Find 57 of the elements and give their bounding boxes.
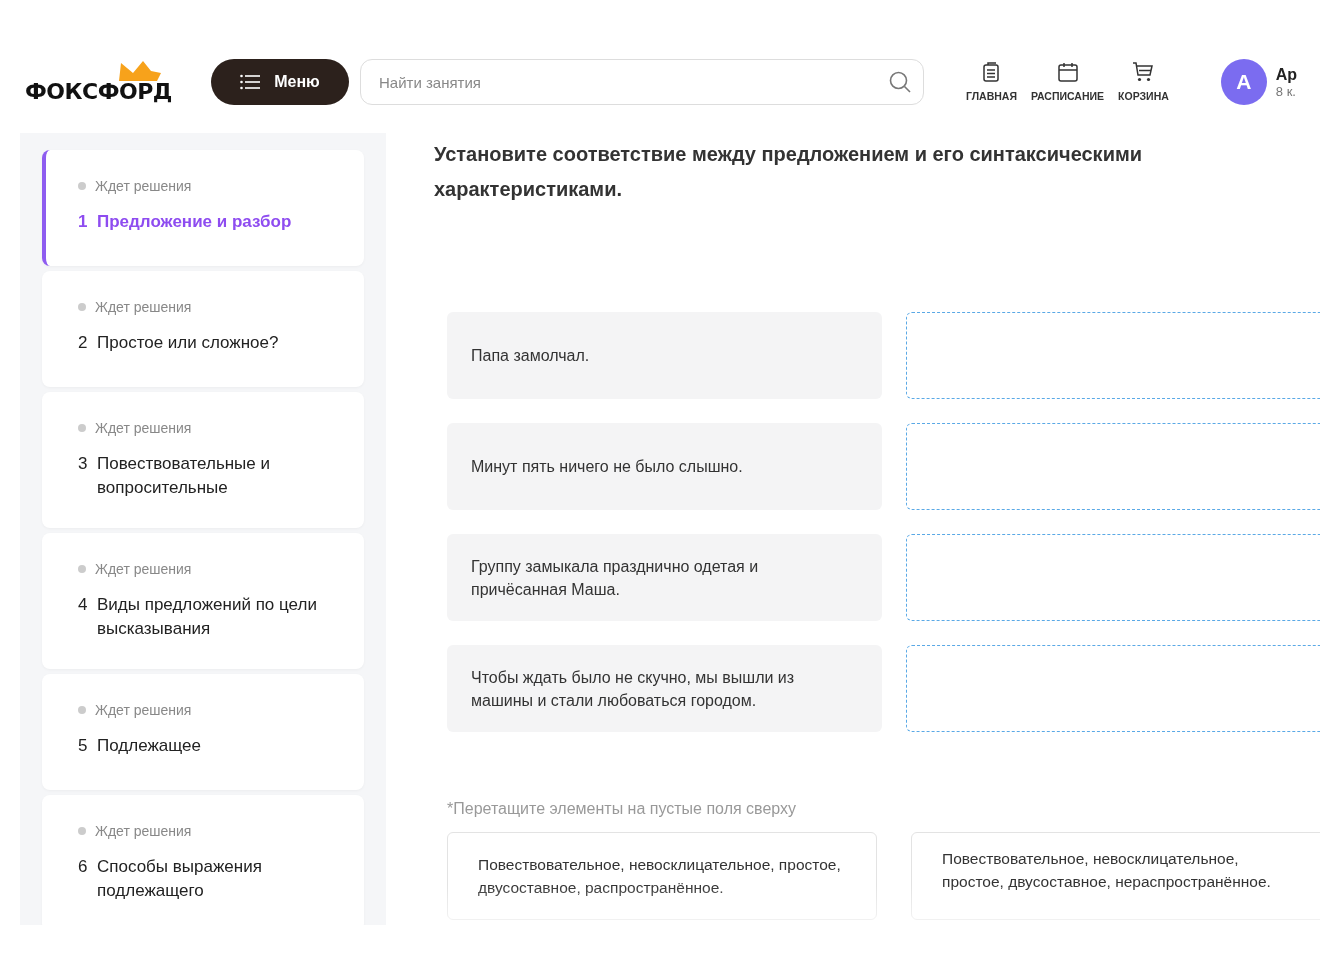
sentence-card: Папа замолчал. (447, 312, 882, 399)
search-field[interactable]: Найти занятия (360, 59, 924, 105)
lesson-status: Ждет решения (95, 420, 192, 436)
lesson-title: Виды предложений по цели высказывания (97, 594, 318, 640)
fox-ears-icon (117, 61, 163, 81)
lesson-title: Простое или сложное? (97, 332, 280, 354)
lesson-status: Ждет решения (95, 561, 192, 577)
avatar[interactable]: А (1220, 59, 1267, 105)
status-dot (78, 565, 86, 573)
lesson-number: 3 (78, 453, 88, 475)
lesson-number: 5 (78, 735, 88, 757)
nav-link[interactable]: РАСПИСАНИЕ (1030, 62, 1105, 102)
lesson-status: Ждет решения (95, 299, 192, 315)
lesson-title: Повествовательные и вопросительные (97, 453, 271, 499)
lesson-title: Подлежащее (97, 735, 202, 757)
nav-link[interactable]: КОРЗИНА (1118, 62, 1169, 102)
drop-zone[interactable] (906, 645, 1320, 732)
drop-zone[interactable] (906, 312, 1320, 399)
status-dot (78, 424, 86, 432)
calendar-icon (1057, 62, 1078, 82)
lesson-card[interactable]: Ждет решения 2 Простое или сложное? (42, 271, 364, 387)
lesson-status: Ждет решения (95, 702, 192, 718)
lesson-card[interactable]: Ждет решения 6 Способы выражения подлежащего (42, 795, 364, 925)
lesson-number: 4 (78, 594, 88, 616)
lesson-status: Ждет решения (95, 178, 192, 194)
nav-link[interactable]: ГЛАВНАЯ (966, 62, 1017, 102)
search-icon (889, 71, 911, 93)
sentence-card: Группу замыкала празднично одетая и причёсанная Маша. (447, 534, 882, 621)
lesson-card[interactable]: Ждет решения 1 Предложение и разбор (42, 150, 364, 266)
lesson-number: 1 (78, 211, 88, 233)
drop-zone[interactable] (906, 534, 1320, 621)
sentence-card: Минут пять ничего не было слышно. (447, 423, 882, 510)
status-dot (78, 827, 86, 835)
status-dot (78, 706, 86, 714)
menu-button[interactable]: Меню (211, 59, 349, 105)
user-grade: 8 к. (1275, 83, 1297, 99)
lesson-card[interactable]: Ждет решения 4 Виды предложений по цели высказывания (42, 533, 364, 669)
drop-zone[interactable] (906, 423, 1320, 510)
answer-option[interactable]: Повествовательное, невосклицательное, простое, двусоставное, нераспространённое. (911, 832, 1320, 920)
lesson-number: 2 (78, 332, 88, 354)
lesson-card[interactable]: Ждет решения 5 Подлежащее (42, 674, 364, 790)
lesson-title: Способы выражения подлежащего (97, 856, 263, 902)
lesson-card[interactable]: Ждет решения 3 Повествовательные и вопросительные (42, 392, 364, 528)
lesson-status: Ждет решения (95, 823, 192, 839)
status-dot (78, 303, 86, 311)
user-name: Ар (1275, 65, 1298, 84)
lesson-title: Предложение и разбор (97, 211, 293, 233)
hint-text: *Перетащите элементы на пустые поля сверху (447, 800, 797, 818)
answer-option[interactable]: Повествовательное, невосклицательное, простое, двусоставное, распространённое. (447, 832, 877, 920)
cart-icon (1133, 62, 1154, 82)
task-title: Установите соответствие между предложением и его синтаксическими характеристиками. (434, 142, 1144, 202)
status-dot (78, 182, 86, 190)
logo[interactable]: ФОКСФОРД (25, 79, 172, 105)
notes-icon (982, 62, 1001, 82)
lesson-number: 6 (78, 856, 88, 878)
sentence-card: Чтобы ждать было не скучно, мы вышли из машины и стали любоваться городом. (447, 645, 882, 732)
menu-icon (240, 74, 261, 90)
